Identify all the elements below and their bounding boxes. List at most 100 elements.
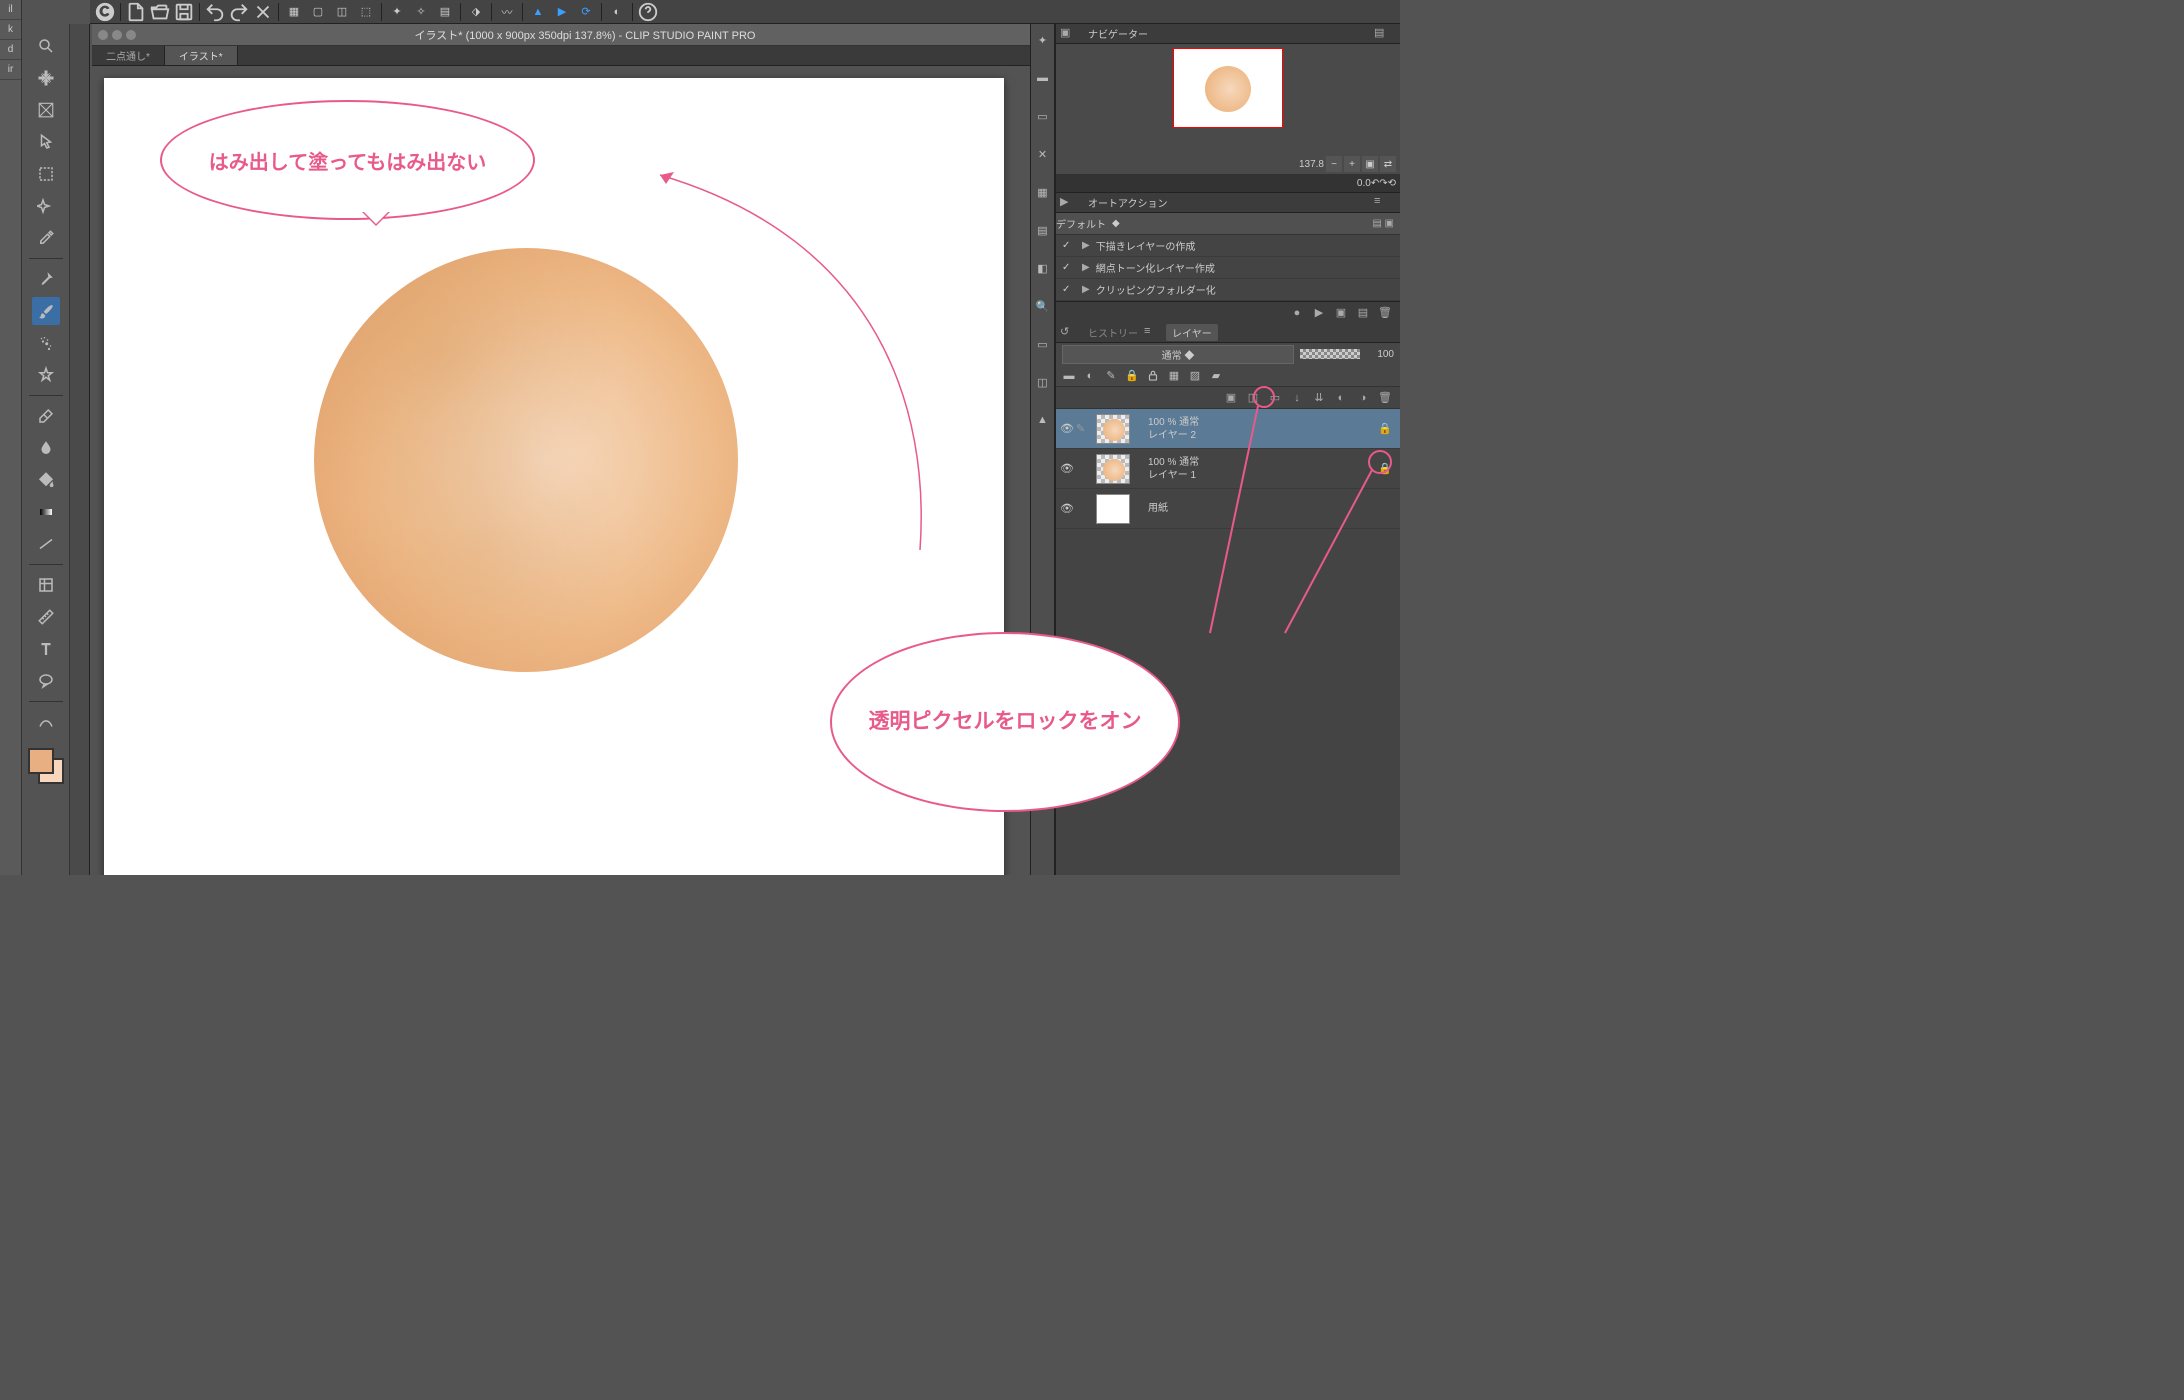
brush-tool[interactable] bbox=[32, 297, 60, 325]
gradient-tool[interactable] bbox=[32, 498, 60, 526]
merge-down-icon[interactable]: ⇊ bbox=[1310, 390, 1328, 406]
new-raster-icon[interactable]: ▣ bbox=[1222, 390, 1240, 406]
layers-icon[interactable]: ▤ bbox=[1033, 220, 1053, 240]
doc-tab-0[interactable]: 二点通し* bbox=[92, 46, 165, 65]
autoaction-tab[interactable]: オートアクション bbox=[1082, 195, 1174, 210]
layer-thumb-0[interactable] bbox=[1096, 414, 1130, 444]
lock-transparent-icon[interactable] bbox=[1144, 367, 1162, 385]
zoom-fit-icon[interactable]: ▣ bbox=[1362, 156, 1378, 172]
visibility-icon[interactable]: 👁 bbox=[1060, 462, 1076, 475]
draft-icon[interactable]: ✎ bbox=[1102, 367, 1120, 385]
decoration-tool[interactable] bbox=[32, 361, 60, 389]
correct-line-tool[interactable] bbox=[32, 708, 60, 736]
aa-menu-icon[interactable]: ≡ bbox=[1374, 195, 1392, 211]
subtool-tab[interactable]: il bbox=[0, 0, 21, 20]
undo-icon[interactable] bbox=[204, 2, 226, 22]
lock-icon[interactable]: 🔒 bbox=[1123, 367, 1141, 385]
color-tab[interactable]: ir bbox=[0, 60, 21, 80]
clip-mask-icon[interactable]: ▬ bbox=[1060, 367, 1078, 385]
navigator-thumbnail[interactable] bbox=[1173, 48, 1283, 128]
layer-lock-1-icon[interactable]: 🔒 bbox=[1378, 462, 1396, 475]
delete-icon[interactable] bbox=[252, 2, 274, 22]
doc-tab-1[interactable]: イラスト* bbox=[165, 46, 238, 65]
ref-layer-icon[interactable]: ◐ bbox=[1081, 367, 1099, 385]
layer-move-tool[interactable] bbox=[32, 128, 60, 156]
folder-icon[interactable]: ▬ bbox=[1033, 68, 1053, 88]
ruler-tool[interactable] bbox=[32, 603, 60, 631]
rotate-cw-icon[interactable]: ↷ bbox=[1379, 178, 1387, 189]
zoom-out-icon[interactable]: − bbox=[1326, 156, 1342, 172]
brushsize-tab[interactable]: d bbox=[0, 40, 21, 60]
flip-icon[interactable]: ⇄ bbox=[1380, 156, 1396, 172]
layer-thumb-2[interactable] bbox=[1096, 494, 1130, 524]
zoom-in-icon[interactable]: + bbox=[1344, 156, 1360, 172]
operation-tool[interactable] bbox=[32, 96, 60, 124]
select-all-icon[interactable]: ▦ bbox=[283, 2, 305, 22]
blend-mode-select[interactable]: 通常 ◆ bbox=[1062, 345, 1294, 364]
perspective-icon[interactable]: ✕ bbox=[1033, 144, 1053, 164]
fg-color-swatch[interactable] bbox=[28, 748, 54, 774]
folder3-icon[interactable]: ▭ bbox=[1033, 334, 1053, 354]
help-icon[interactable] bbox=[637, 2, 659, 22]
snap-ruler-icon[interactable]: ✦ bbox=[386, 2, 408, 22]
magnify-tool[interactable] bbox=[32, 32, 60, 60]
auto-select-tool[interactable] bbox=[32, 192, 60, 220]
pen-tool[interactable] bbox=[32, 265, 60, 293]
fill-tool[interactable] bbox=[32, 466, 60, 494]
aa-trash-icon[interactable]: 🗑 bbox=[1376, 305, 1394, 321]
aa-newset-icon[interactable]: ▤ bbox=[1354, 305, 1372, 321]
assist-icon[interactable]: ◐ bbox=[606, 2, 628, 22]
airbrush-tool[interactable] bbox=[32, 329, 60, 357]
aa-rec-icon[interactable]: ● bbox=[1288, 305, 1306, 321]
deselect-icon[interactable]: ▢ bbox=[307, 2, 329, 22]
layer-trash-icon[interactable]: 🗑 bbox=[1376, 390, 1394, 406]
frame-tool[interactable] bbox=[32, 571, 60, 599]
new-vector-icon[interactable]: ◫ bbox=[1244, 390, 1262, 406]
aa-new-icon[interactable]: ▣ bbox=[1332, 305, 1350, 321]
marquee-tool[interactable] bbox=[32, 160, 60, 188]
navigator-tab[interactable]: ナビゲーター bbox=[1082, 26, 1154, 41]
save-icon[interactable] bbox=[173, 2, 195, 22]
visibility-icon[interactable]: 👁 bbox=[1060, 422, 1076, 435]
snap-grid-icon[interactable]: ▤ bbox=[434, 2, 456, 22]
layercolor-icon[interactable]: ▰ bbox=[1207, 367, 1225, 385]
snap-special-icon[interactable]: ✧ bbox=[410, 2, 432, 22]
history-tab[interactable]: ヒストリー bbox=[1082, 325, 1144, 340]
ref-icon[interactable]: ◧ bbox=[1033, 258, 1053, 278]
figure-tool[interactable] bbox=[32, 530, 60, 558]
invert-select-icon[interactable]: ◫ bbox=[331, 2, 353, 22]
autoaction-item-0[interactable]: ✓▶下描きレイヤーの作成 bbox=[1056, 235, 1400, 257]
text-tool[interactable] bbox=[32, 635, 60, 663]
autoaction-item-1[interactable]: ✓▶網点トーン化レイヤー作成 bbox=[1056, 257, 1400, 279]
toolprop-tab[interactable]: k bbox=[0, 20, 21, 40]
nav-menu-icon[interactable]: ▤ bbox=[1374, 26, 1392, 42]
search-icon[interactable]: 🔍 bbox=[1033, 296, 1053, 316]
palette-icon[interactable]: ✦ bbox=[1033, 30, 1053, 50]
rotate-ccw-icon[interactable]: ↶ bbox=[1371, 178, 1379, 189]
visibility-icon[interactable]: 👁 bbox=[1060, 502, 1076, 515]
ruler-show-icon[interactable]: ▨ bbox=[1186, 367, 1204, 385]
img-icon[interactable]: ▲ bbox=[1033, 410, 1053, 430]
transfer-down-icon[interactable]: ↓ bbox=[1288, 390, 1306, 406]
layer-thumb-1[interactable] bbox=[1096, 454, 1130, 484]
symmetry-rot-icon[interactable]: ⟳ bbox=[575, 2, 597, 22]
eyedropper-tool[interactable] bbox=[32, 224, 60, 252]
new-folder-icon[interactable]: ▭ bbox=[1266, 390, 1284, 406]
clip-studio-icon[interactable] bbox=[94, 2, 116, 22]
symmetry-x-icon[interactable]: ▶ bbox=[551, 2, 573, 22]
balloon-tool[interactable] bbox=[32, 667, 60, 695]
apply-mask-icon[interactable]: ◑ bbox=[1354, 390, 1372, 406]
3d-icon[interactable]: ◫ bbox=[1033, 372, 1053, 392]
blend-tool[interactable] bbox=[32, 434, 60, 462]
mask-enable-icon[interactable]: ▦ bbox=[1165, 367, 1183, 385]
checker-icon[interactable]: ▦ bbox=[1033, 182, 1053, 202]
symmetry-y-icon[interactable]: ▲ bbox=[527, 2, 549, 22]
new-file-icon[interactable] bbox=[125, 2, 147, 22]
folder2-icon[interactable]: ▭ bbox=[1033, 106, 1053, 126]
open-file-icon[interactable] bbox=[149, 2, 171, 22]
expand-select-icon[interactable]: ⬚ bbox=[355, 2, 377, 22]
redo-icon[interactable] bbox=[228, 2, 250, 22]
autoaction-set[interactable]: デフォルト ◆ ▤ ▣ bbox=[1056, 213, 1400, 235]
new-mask-icon[interactable]: ◐ bbox=[1332, 390, 1350, 406]
eraser-tool[interactable] bbox=[32, 402, 60, 430]
